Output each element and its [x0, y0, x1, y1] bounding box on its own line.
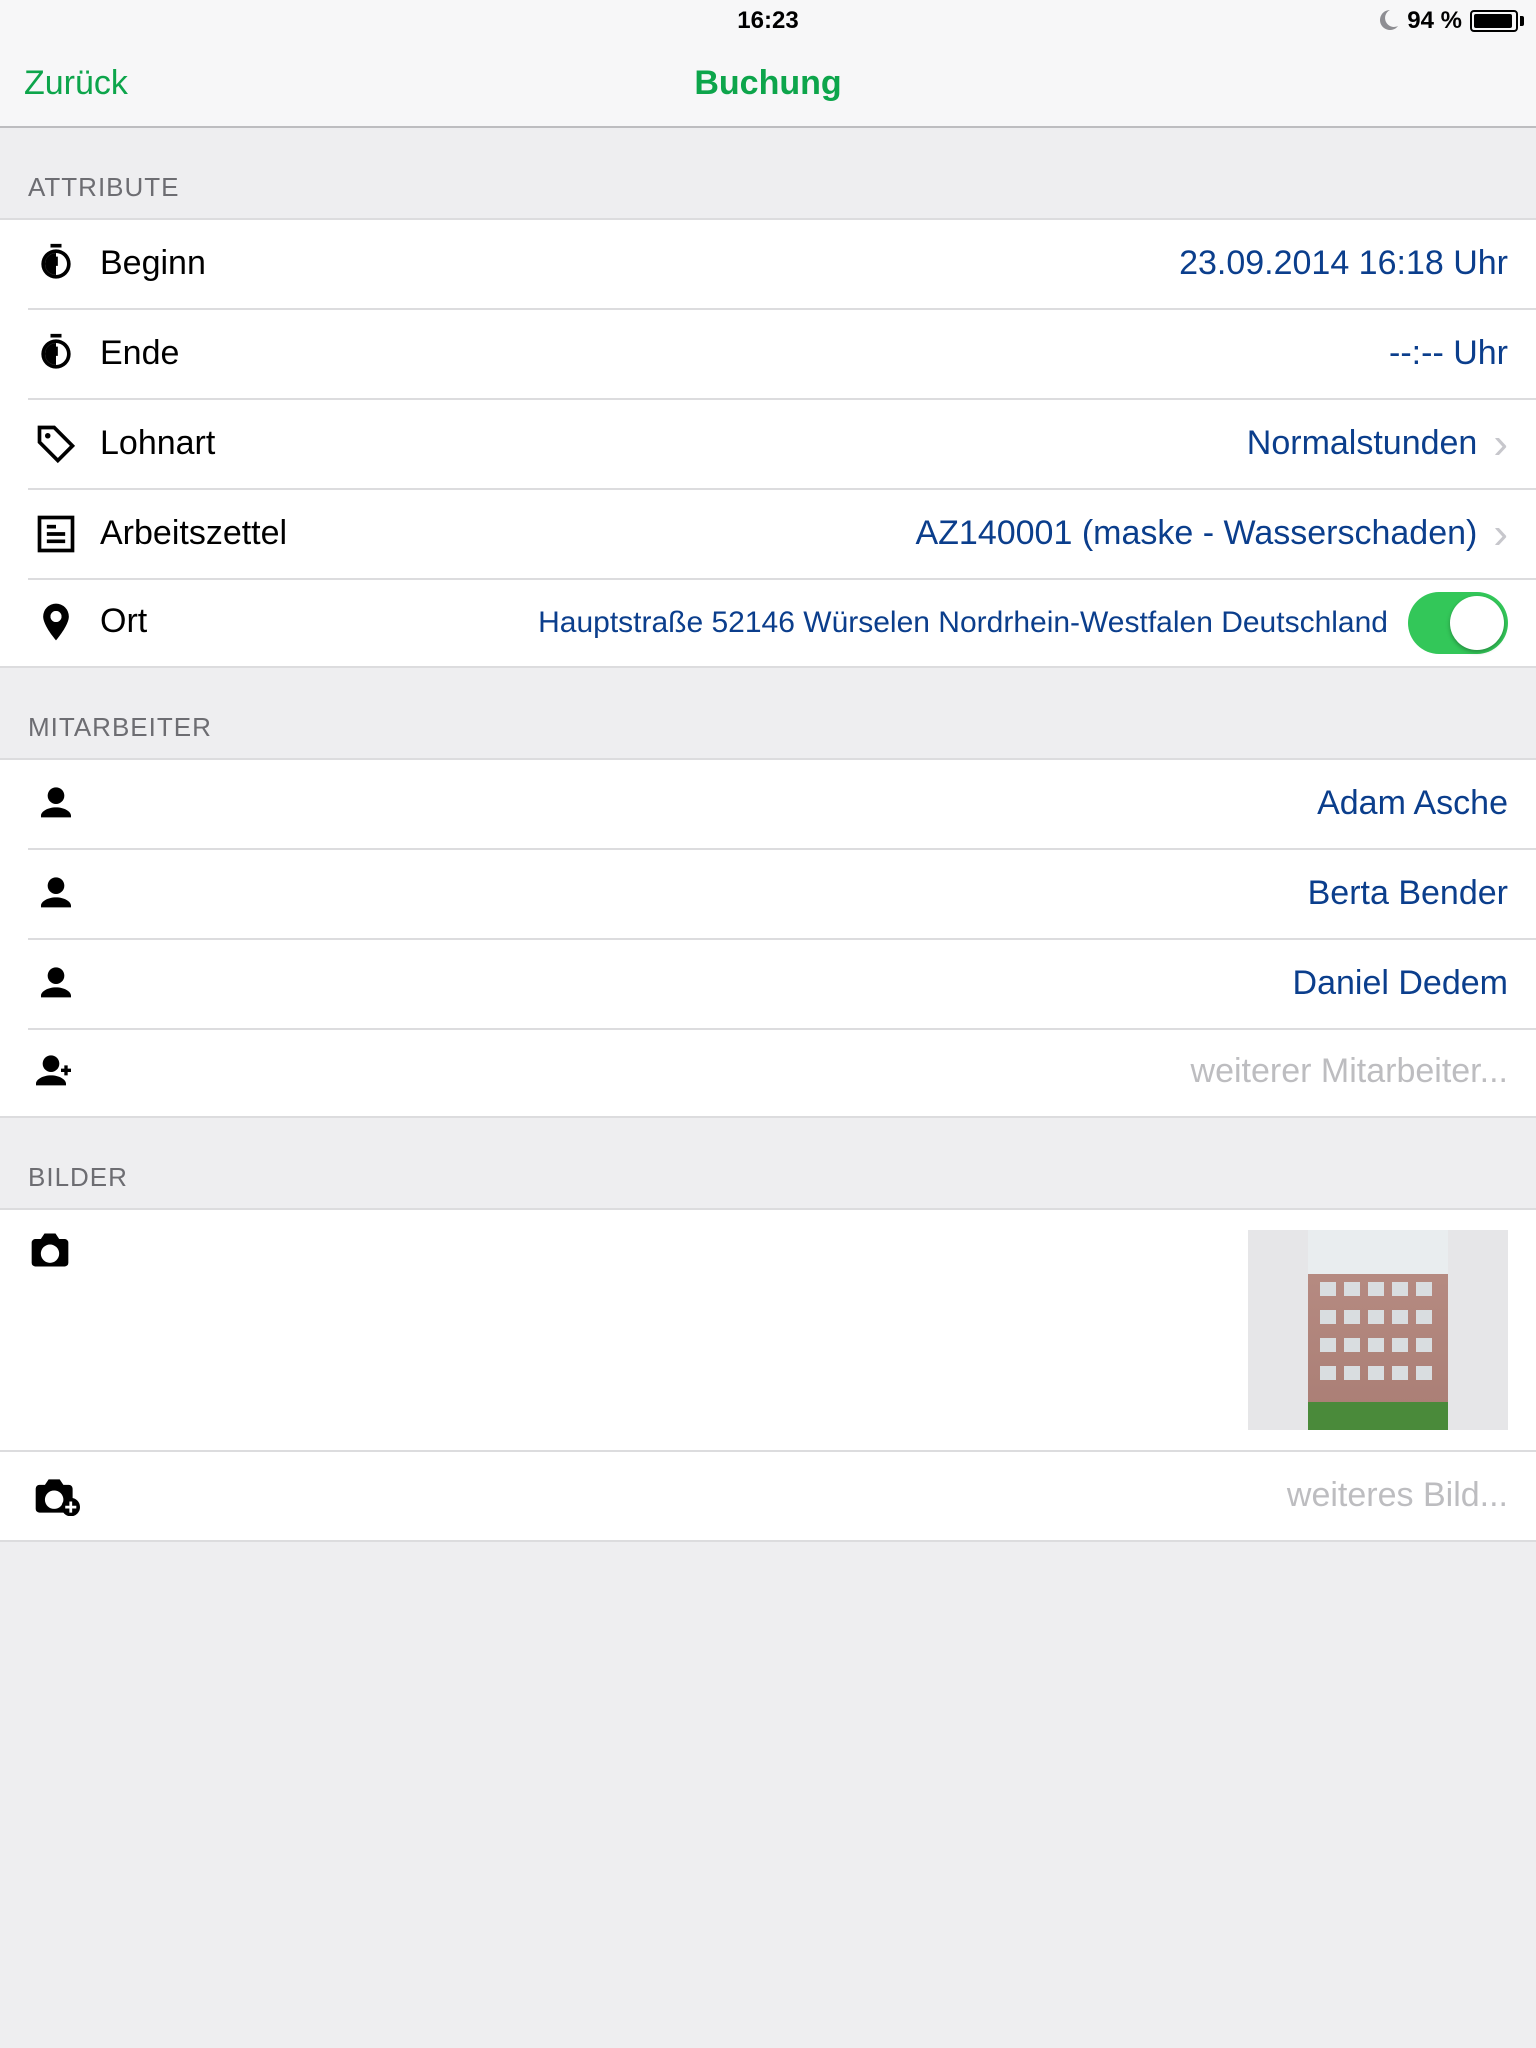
attribute-group: Beginn 23.09.2014 16:18 Uhr Ende --:-- U…: [0, 218, 1536, 668]
status-time: 16:23: [737, 6, 798, 34]
page-title: Buchung: [694, 63, 841, 103]
battery-icon: [1470, 9, 1524, 31]
mitarbeiter-name: Berta Bender: [1308, 873, 1508, 913]
camera-add-icon: [28, 1476, 84, 1516]
person-icon: [28, 873, 84, 913]
location-toggle[interactable]: [1408, 591, 1508, 653]
nav-bar: Zurück Buchung: [0, 40, 1536, 128]
row-ende[interactable]: Ende --:-- Uhr: [0, 308, 1536, 398]
chevron-right-icon: ›: [1493, 421, 1508, 465]
add-photo-group: weiteres Bild...: [0, 1452, 1536, 1542]
location-pin-icon: [28, 598, 84, 646]
row-mitarbeiter[interactable]: Daniel Dedem: [0, 938, 1536, 1028]
label-ende: Ende: [100, 333, 179, 373]
status-bar: 16:23 94 %: [0, 0, 1536, 40]
label-arbeitszettel: Arbeitszettel: [100, 513, 287, 553]
battery-percent: 94 %: [1407, 6, 1462, 34]
photo-thumbnail[interactable]: [1248, 1230, 1508, 1430]
value-lohnart: Normalstunden: [1247, 423, 1478, 463]
stopwatch-icon: [28, 331, 84, 375]
row-add-photo[interactable]: weiteres Bild...: [0, 1452, 1536, 1542]
stopwatch-icon: [28, 242, 84, 286]
mitarbeiter-group: Adam Asche Berta Bender Daniel Dedem wei…: [0, 758, 1536, 1118]
chevron-right-icon: ›: [1493, 511, 1508, 555]
label-ort: Ort: [100, 602, 147, 642]
mitarbeiter-name: Daniel Dedem: [1293, 963, 1508, 1003]
row-mitarbeiter[interactable]: Berta Bender: [0, 848, 1536, 938]
label-lohnart: Lohnart: [100, 423, 215, 463]
row-add-mitarbeiter[interactable]: weiterer Mitarbeiter...: [0, 1028, 1536, 1118]
row-arbeitszettel[interactable]: Arbeitszettel AZ140001 (maske - Wassersc…: [0, 488, 1536, 578]
tag-icon: [28, 421, 84, 465]
value-beginn: 23.09.2014 16:18 Uhr: [1179, 244, 1508, 284]
person-icon: [28, 784, 84, 824]
section-header-attribute: Attribute: [0, 128, 1536, 218]
row-ort[interactable]: Ort Hauptstraße 52146 Würselen Nordrhein…: [0, 578, 1536, 668]
add-mitarbeiter-placeholder: weiterer Mitarbeiter...: [1191, 1052, 1508, 1092]
mitarbeiter-name: Adam Asche: [1317, 784, 1508, 824]
section-header-mitarbeiter: Mitarbeiter: [0, 668, 1536, 758]
row-lohnart[interactable]: Lohnart Normalstunden ›: [0, 398, 1536, 488]
person-icon: [28, 963, 84, 1003]
value-ende: --:-- Uhr: [1389, 333, 1508, 373]
value-arbeitszettel: AZ140001 (maske - Wasserschaden): [915, 513, 1477, 553]
back-button[interactable]: Zurück: [0, 63, 128, 103]
label-beginn: Beginn: [100, 244, 206, 284]
do-not-disturb-icon: [1375, 8, 1399, 32]
document-icon: [28, 511, 84, 555]
row-beginn[interactable]: Beginn 23.09.2014 16:18 Uhr: [0, 218, 1536, 308]
add-photo-placeholder: weiteres Bild...: [1287, 1476, 1508, 1516]
camera-icon: [28, 1230, 84, 1270]
row-photo[interactable]: [0, 1208, 1536, 1452]
value-ort: Hauptstraße 52146 Würselen Nordrhein-Wes…: [538, 605, 1388, 639]
section-header-bilder: Bilder: [0, 1118, 1536, 1208]
row-mitarbeiter[interactable]: Adam Asche: [0, 758, 1536, 848]
person-add-icon: [28, 1052, 84, 1092]
